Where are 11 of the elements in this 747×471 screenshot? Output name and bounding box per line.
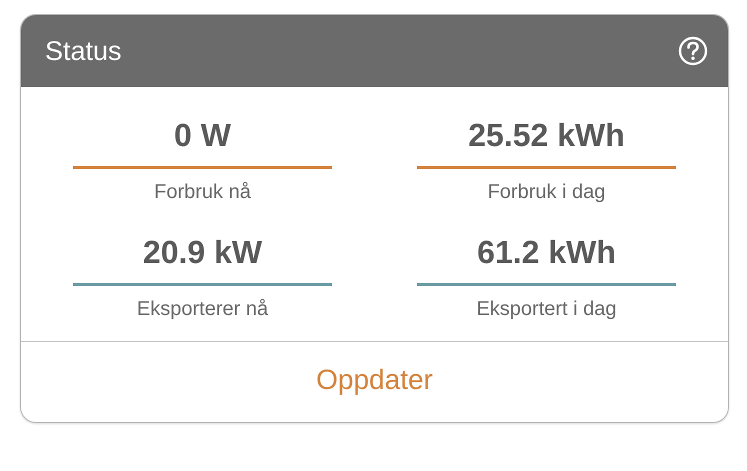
stat-value: 0 W (174, 117, 231, 155)
stat-label: Eksporterer nå (136, 297, 268, 321)
panel-title: Status (45, 36, 122, 66)
stat-value: 61.2 kWh (477, 234, 616, 272)
stat-label: Forbruk nå (154, 180, 251, 204)
stat-value: 25.52 kWh (468, 117, 625, 155)
refresh-button[interactable]: Oppdater (308, 360, 441, 400)
stat-label: Eksportert i dag (476, 297, 617, 321)
help-icon[interactable] (678, 36, 708, 66)
stat-label: Forbruk i dag (488, 180, 606, 204)
stat-value: 20.9 kW (142, 234, 262, 272)
